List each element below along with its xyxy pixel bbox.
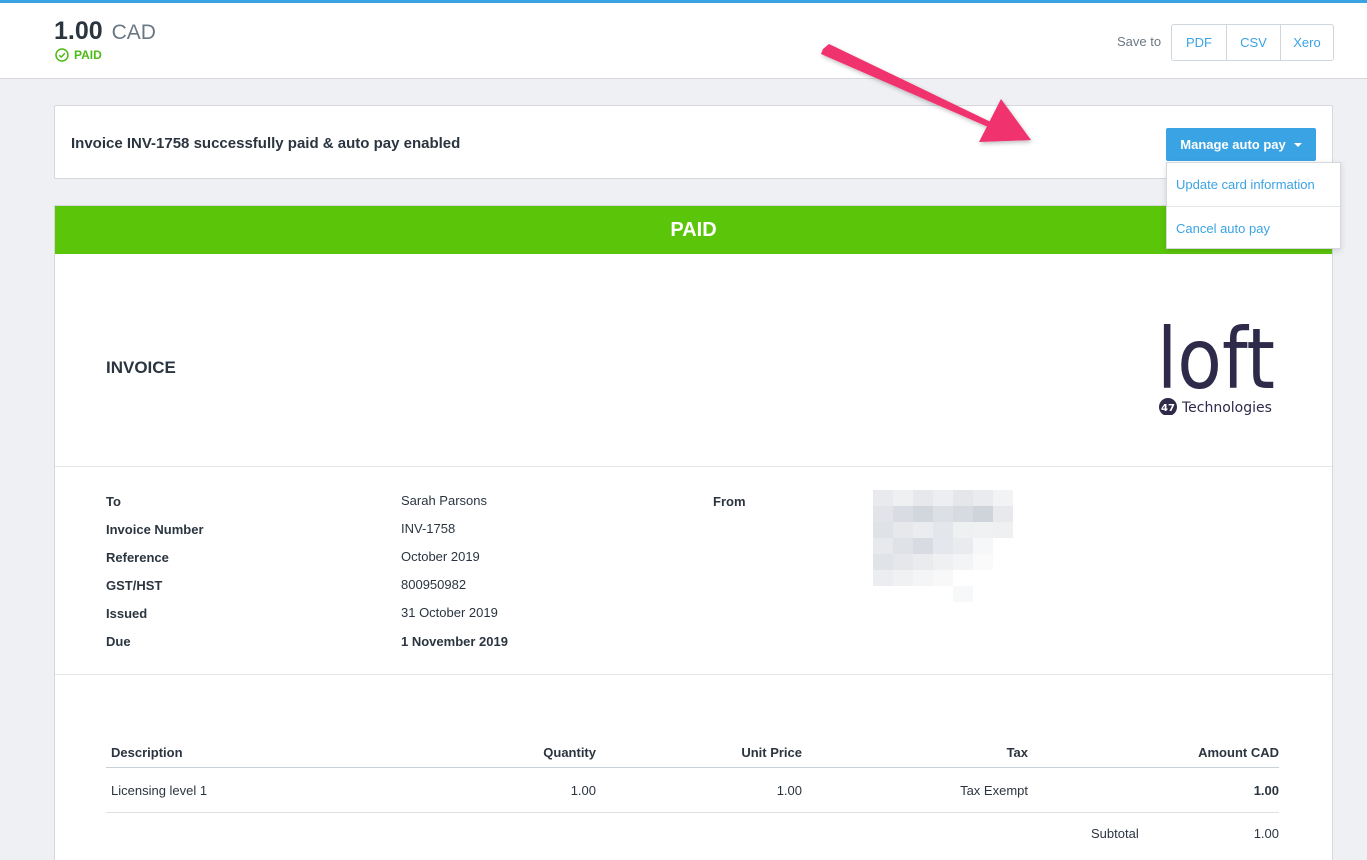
to-label: To	[106, 494, 121, 509]
notice-message: Invoice INV-1758 successfully paid & aut…	[71, 135, 461, 152]
redacted-sender-address	[873, 490, 1013, 602]
issued-label: Issued	[106, 606, 148, 621]
invoice-number-value: INV-1758	[401, 521, 456, 536]
save-to-label: Save to	[1117, 34, 1162, 49]
invoice-document: PAID INVOICE loft 47 Technologies To Sar…	[54, 205, 1333, 860]
manage-auto-pay-button[interactable]: Manage auto pay	[1166, 128, 1316, 161]
column-header-description: Description	[111, 745, 183, 760]
invoice-number-label: Invoice Number	[106, 522, 204, 537]
auto-pay-dropdown: Update card information Cancel auto pay	[1166, 162, 1341, 249]
logo-tagline: Technologies	[1181, 400, 1272, 415]
table-row-rule	[106, 812, 1279, 813]
save-to-button-group: PDF CSV Xero	[1171, 24, 1334, 61]
column-header-tax: Tax	[1006, 745, 1028, 760]
gst-label: GST/HST	[106, 578, 163, 593]
subtotal-label: Subtotal	[1091, 826, 1139, 841]
section-divider	[55, 674, 1332, 675]
amount-value: 1.00	[54, 17, 103, 45]
caret-down-icon	[1293, 142, 1302, 147]
payment-notice: Invoice INV-1758 successfully paid & aut…	[54, 105, 1333, 179]
reference-value: October 2019	[401, 549, 480, 564]
row-unit-price: 1.00	[776, 783, 802, 798]
amount-currency: CAD	[111, 21, 156, 44]
save-pdf-button[interactable]: PDF	[1172, 25, 1226, 60]
table-header-rule	[106, 767, 1279, 768]
row-description: Licensing level 1	[111, 783, 208, 798]
column-header-amount: Amount CAD	[1198, 745, 1279, 760]
save-xero-button[interactable]: Xero	[1280, 25, 1333, 60]
issued-value: 31 October 2019	[401, 605, 498, 620]
paid-banner: PAID	[55, 206, 1332, 254]
section-divider	[55, 466, 1332, 467]
column-header-unit-price: Unit Price	[741, 745, 802, 760]
due-label: Due	[106, 634, 131, 649]
row-tax: Tax Exempt	[960, 783, 1028, 798]
subtotal-value: 1.00	[1253, 826, 1279, 841]
column-header-quantity: Quantity	[543, 745, 596, 760]
check-circle-icon	[55, 48, 69, 62]
paid-status-badge: PAID	[55, 48, 102, 62]
row-quantity: 1.00	[570, 783, 596, 798]
company-logo: loft 47 Technologies	[1157, 311, 1275, 415]
from-label: From	[713, 494, 746, 509]
to-value: Sarah Parsons	[401, 493, 487, 508]
reference-label: Reference	[106, 550, 169, 565]
due-value: 1 November 2019	[401, 634, 508, 649]
invoice-amount: 1.00 CAD	[54, 17, 156, 46]
cancel-auto-pay-menu-item[interactable]: Cancel auto pay	[1167, 206, 1340, 249]
paid-status-text: PAID	[74, 48, 102, 62]
update-card-menu-item[interactable]: Update card information	[1167, 163, 1340, 206]
manage-auto-pay-label: Manage auto pay	[1180, 137, 1286, 152]
save-csv-button[interactable]: CSV	[1226, 25, 1280, 60]
top-bar: 1.00 CAD PAID Save to PDF CSV Xero	[0, 0, 1367, 79]
row-amount: 1.00	[1253, 783, 1279, 798]
logo-word: loft	[1157, 311, 1275, 408]
logo-badge: 47	[1161, 403, 1175, 414]
gst-value: 800950982	[401, 577, 467, 592]
invoice-title: INVOICE	[106, 358, 176, 377]
